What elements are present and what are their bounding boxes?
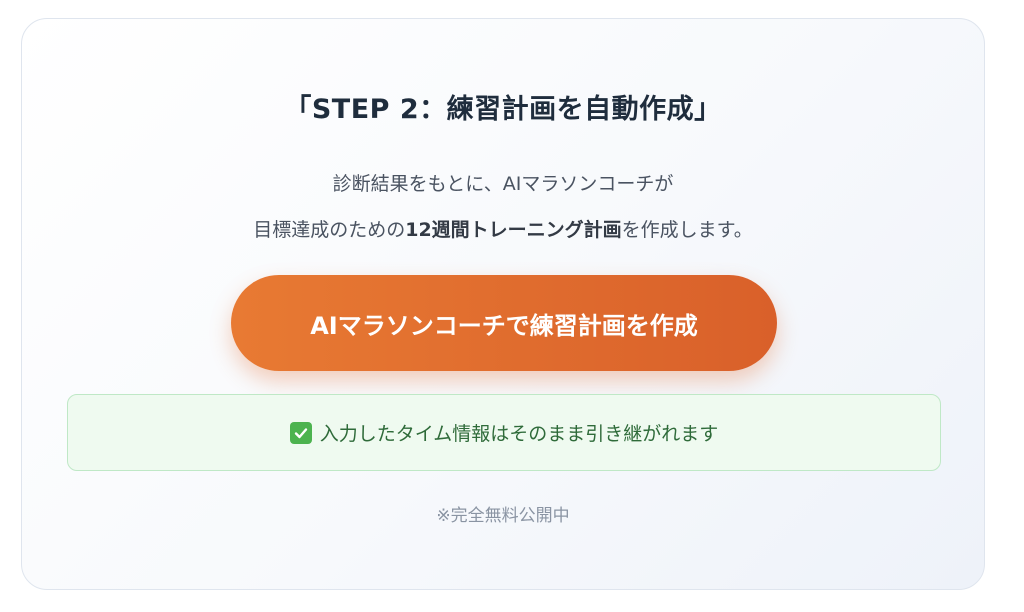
description: 診断結果をもとに、AIマラソンコーチが 目標達成のための12週間トレーニング計画…	[22, 161, 984, 253]
description-line-2-bold: 12週間トレーニング計画	[405, 219, 622, 241]
page-title: 「STEP 2：練習計画を自動作成」	[284, 94, 722, 125]
description-line-2-suffix: を作成します。	[621, 219, 753, 241]
create-plan-button[interactable]: AIマラソンコーチで練習計画を作成	[231, 275, 777, 371]
free-notice: ※完全無料公開中	[436, 506, 570, 526]
notice-text: 入力したタイム情報はそのまま引き継がれます	[319, 423, 719, 445]
step-card: 「STEP 2：練習計画を自動作成」 診断結果をもとに、AIマラソンコーチが 目…	[21, 18, 985, 590]
info-notice: 入力したタイム情報はそのまま引き継がれます	[67, 394, 941, 471]
description-line-2-prefix: 目標達成のための	[253, 219, 406, 241]
description-line-2: 目標達成のための12週間トレーニング計画を作成します。	[22, 207, 984, 253]
description-line-1: 診断結果をもとに、AIマラソンコーチが	[332, 173, 674, 195]
check-icon	[289, 421, 312, 444]
